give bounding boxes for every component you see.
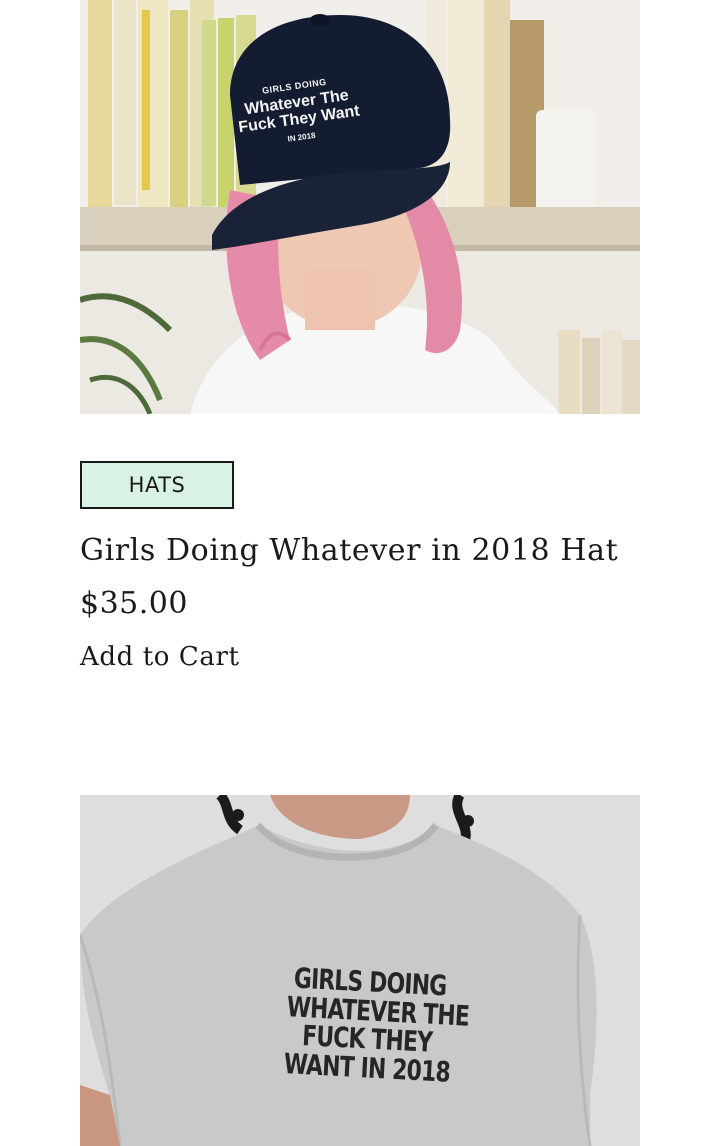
- product-card-tee: GIRLS DOING WHATEVER THE FUCK THEY WANT …: [80, 795, 640, 1146]
- add-to-cart-button[interactable]: Add to Cart: [80, 642, 240, 672]
- product-image-tee[interactable]: GIRLS DOING WHATEVER THE FUCK THEY WANT …: [80, 795, 640, 1146]
- hat-photo-illustration: [80, 0, 640, 414]
- product-price: $35.00: [80, 586, 188, 621]
- product-image-hat[interactable]: GIRLS DOING Whatever The Fuck They Want …: [80, 0, 640, 414]
- tee-print-text: GIRLS DOING WHATEVER THE FUCK THEY WANT …: [260, 962, 476, 1089]
- category-tag[interactable]: HATS: [80, 461, 234, 509]
- product-card-hat: GIRLS DOING Whatever The Fuck They Want …: [80, 0, 640, 672]
- product-title[interactable]: Girls Doing Whatever in 2018 Hat: [80, 533, 618, 568]
